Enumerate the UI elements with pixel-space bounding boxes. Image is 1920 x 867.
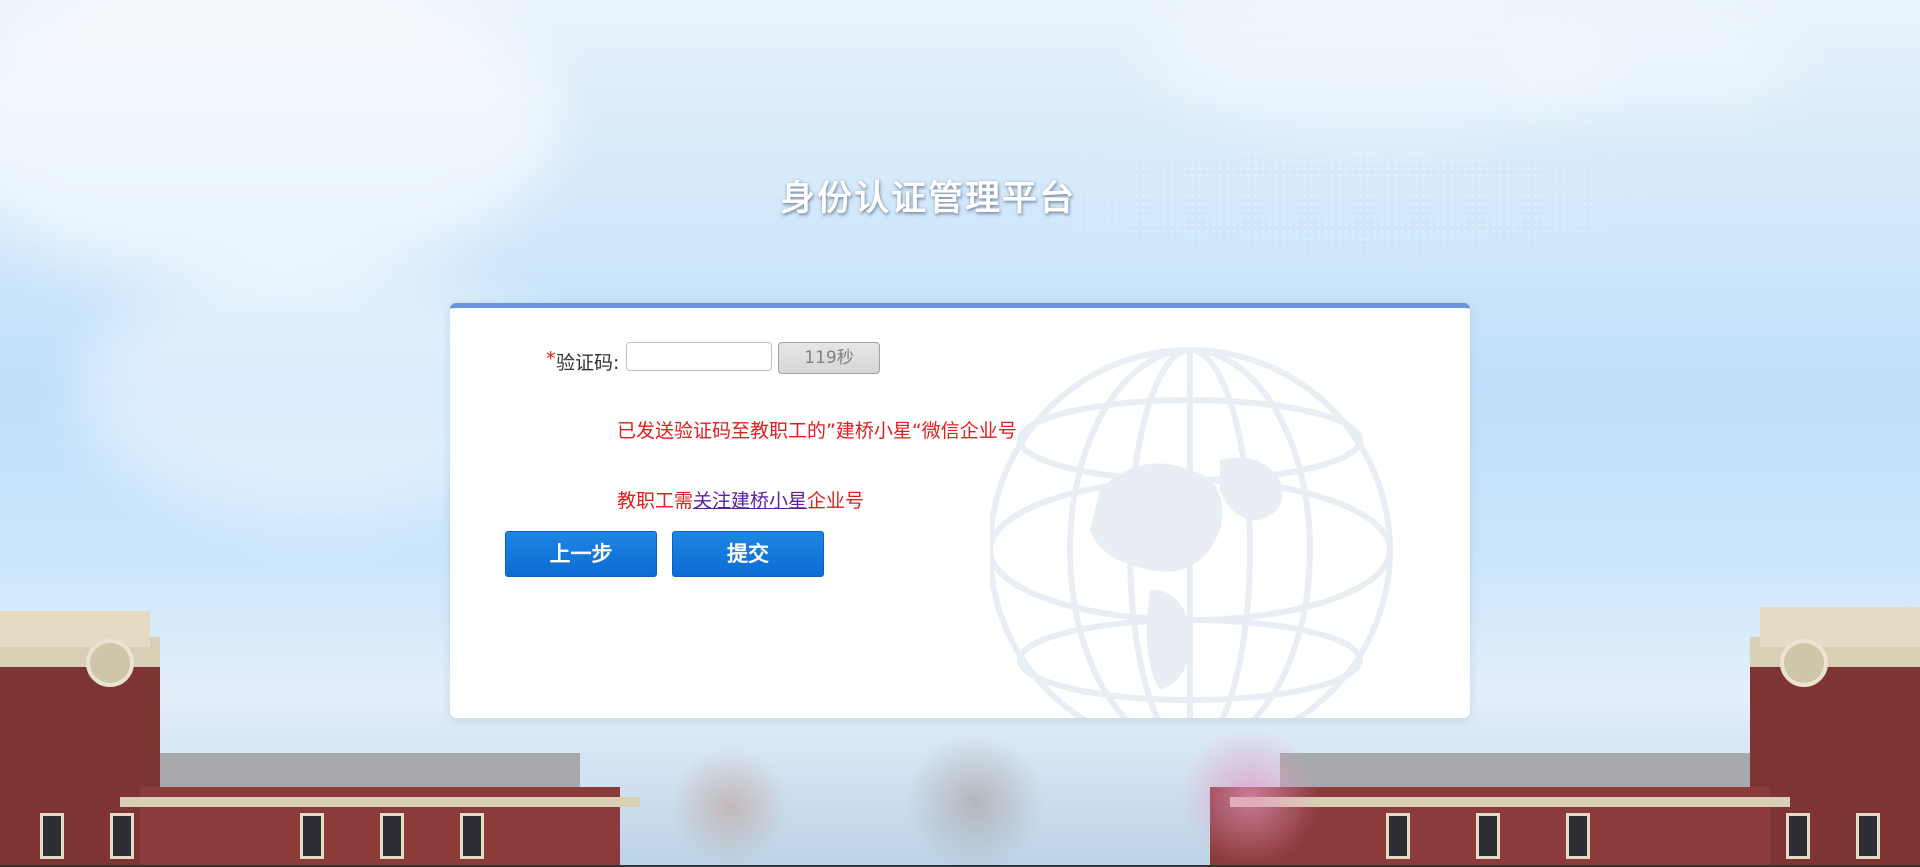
campus-building-right: [1750, 652, 1920, 867]
previous-step-button[interactable]: 上一步: [505, 531, 657, 577]
building-roof: [1280, 753, 1750, 787]
globe-watermark-icon: [990, 347, 1393, 718]
building-window: [1856, 813, 1880, 859]
clock-ornament: [1780, 639, 1828, 687]
verification-code-input[interactable]: [626, 342, 772, 371]
resend-countdown-button[interactable]: 119秒: [778, 342, 880, 374]
follow-instruction-prefix: 教职工需: [617, 490, 694, 512]
building-window: [1786, 813, 1810, 859]
background-cloud: [0, 0, 560, 290]
building-window: [110, 813, 134, 859]
clock-ornament: [86, 639, 134, 687]
building-window: [1476, 813, 1500, 859]
submit-button[interactable]: 提交: [672, 531, 824, 577]
required-mark: *: [546, 348, 556, 370]
tree: [900, 737, 1050, 867]
building-window: [1566, 813, 1590, 859]
campus-building-left: [0, 657, 160, 867]
building-window: [380, 813, 404, 859]
code-sent-message: 已发送验证码至教职工的”建桥小星“微信企业号: [617, 420, 1017, 442]
building-window: [1386, 813, 1410, 859]
building-window: [300, 813, 324, 859]
building-window: [40, 813, 64, 859]
building-tower: [0, 611, 150, 647]
follow-instruction-suffix: 企业号: [807, 490, 865, 512]
building-window: [460, 813, 484, 859]
page-title: 身份认证管理平台: [779, 179, 1076, 219]
follow-account-link[interactable]: 关注建桥小星: [693, 490, 807, 512]
tree: [670, 747, 790, 867]
building-stripe: [120, 797, 640, 807]
follow-instruction: 教职工需关注建桥小星企业号: [617, 486, 864, 513]
verification-code-label: 验证码:: [556, 352, 620, 374]
background-cloud: [1500, 10, 1800, 120]
building-tower: [1760, 607, 1920, 647]
verification-card: * 验证码: 119秒 已发送验证码至教职工的”建桥小星“微信企业号 教职工需关…: [450, 303, 1470, 718]
blossom-tree: [1180, 727, 1320, 867]
building-roof: [160, 753, 580, 787]
